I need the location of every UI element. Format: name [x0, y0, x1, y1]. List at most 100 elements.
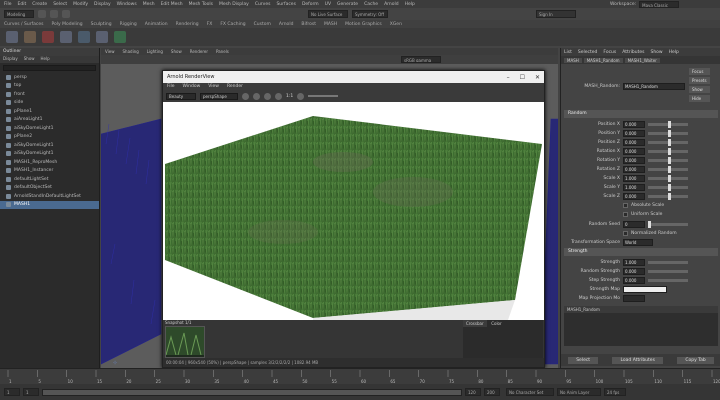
- attribute-slider[interactable]: [648, 148, 688, 155]
- strength-value-field[interactable]: 0.000: [623, 277, 645, 284]
- new-scene-icon[interactable]: [38, 10, 46, 18]
- shelf-tab[interactable]: FX Caching: [220, 22, 245, 27]
- attribute-menu-item[interactable]: Attributes: [622, 50, 644, 55]
- shelf-tool-icon[interactable]: [114, 31, 126, 43]
- shelf-tab[interactable]: Poly Modeling: [52, 22, 83, 27]
- shelf-tool-icon[interactable]: [6, 31, 18, 43]
- attribute-tab[interactable]: MASH: [564, 57, 582, 63]
- aov-dropdown[interactable]: Beauty: [166, 92, 196, 100]
- stop-icon[interactable]: [253, 92, 260, 100]
- save-scene-icon[interactable]: [62, 10, 70, 18]
- renderview-titlebar[interactable]: Arnold RenderView: [163, 71, 544, 83]
- menu-item[interactable]: Surfaces: [276, 2, 296, 7]
- mode-dropdown[interactable]: Modeling: [4, 10, 34, 18]
- outliner-item[interactable]: MASH1: [0, 200, 99, 209]
- outliner-item[interactable]: pPlane2: [0, 133, 99, 142]
- hide-button[interactable]: Hide: [689, 95, 710, 102]
- attribute-menu-item[interactable]: Show: [650, 50, 662, 55]
- load-attributes-button[interactable]: Load Attributes: [612, 356, 663, 364]
- attribute-value-field[interactable]: 1.000: [623, 175, 645, 182]
- shelf-tool-icon[interactable]: [78, 31, 90, 43]
- range-start-field[interactable]: 1: [23, 388, 39, 396]
- strength-value-field[interactable]: [623, 286, 667, 293]
- shelf-tab[interactable]: Rendering: [176, 22, 199, 27]
- strength-value-field[interactable]: 0.000: [623, 268, 645, 275]
- menu-item[interactable]: UV: [325, 2, 331, 7]
- shelf-tab[interactable]: Bifrost: [301, 22, 316, 27]
- shelf-tool-icon[interactable]: [96, 31, 108, 43]
- shelf-tab[interactable]: XGen: [390, 22, 402, 27]
- strength-slider[interactable]: [648, 270, 688, 273]
- attribute-menu-item[interactable]: Selected: [578, 50, 598, 55]
- end-frame-field[interactable]: 200: [484, 388, 500, 396]
- sign-in-button[interactable]: Sign In: [536, 10, 576, 18]
- attribute-slider[interactable]: [648, 130, 688, 137]
- shelf-tab[interactable]: Rigging: [120, 22, 137, 27]
- viewport-menu-item[interactable]: Panels: [216, 49, 229, 54]
- live-surface-field[interactable]: No Live Surface: [308, 10, 348, 18]
- renderview-menu-item[interactable]: File: [167, 84, 175, 89]
- viewport-menu-item[interactable]: Renderer: [190, 49, 208, 54]
- shelf-tab[interactable]: Custom: [254, 22, 271, 27]
- start-frame-field[interactable]: 1: [4, 388, 20, 396]
- color-space-field[interactable]: sRGB gamma: [401, 56, 441, 63]
- menu-item[interactable]: Create: [32, 2, 47, 7]
- strength-section-header[interactable]: Strength: [564, 248, 718, 256]
- outliner-item[interactable]: MASH1_ReproMesh: [0, 158, 99, 167]
- attribute-value-field[interactable]: 0.000: [623, 157, 645, 164]
- symmetry-field[interactable]: Symmetry: Off: [352, 10, 388, 18]
- region-icon[interactable]: [264, 92, 271, 100]
- show-button[interactable]: Show: [689, 86, 710, 93]
- menu-item[interactable]: Mesh Tools: [189, 2, 213, 7]
- shelf-tab[interactable]: Motion Graphics: [345, 22, 382, 27]
- menu-item[interactable]: Deform: [302, 2, 319, 7]
- shelf-tool-icon[interactable]: [60, 31, 72, 43]
- menu-item[interactable]: File: [4, 2, 12, 7]
- attribute-slider[interactable]: [648, 139, 688, 146]
- outliner-item[interactable]: side: [0, 99, 99, 108]
- arnold-renderview-window[interactable]: Arnold RenderView – ☐ ✕ File Window View Re…: [162, 70, 545, 368]
- renderview-menu-item[interactable]: View: [208, 84, 219, 89]
- strength-slider[interactable]: [648, 279, 688, 282]
- normalized-random-row[interactable]: Normalized Random: [561, 229, 720, 238]
- attribute-slider[interactable]: [648, 166, 688, 173]
- strength-value-field[interactable]: 1.000: [623, 259, 645, 266]
- menu-item[interactable]: Curves: [255, 2, 271, 7]
- outliner-item[interactable]: defaultLightSet: [0, 175, 99, 184]
- outliner-item[interactable]: aiSkyDomeLight1: [0, 150, 99, 159]
- attribute-slider[interactable]: [648, 175, 688, 182]
- menu-item[interactable]: Edit Mesh: [161, 2, 183, 7]
- shelf-tab[interactable]: Sculpting: [91, 22, 112, 27]
- attribute-menu-item[interactable]: List: [564, 50, 572, 55]
- outliner-item[interactable]: persp: [0, 73, 99, 82]
- attribute-slider[interactable]: [648, 184, 688, 191]
- menu-item[interactable]: Mesh Display: [219, 2, 249, 7]
- attribute-tab[interactable]: MASH1_Random: [583, 57, 623, 63]
- attr-notes-area[interactable]: MASH1_Random: [564, 306, 718, 346]
- node-name-field[interactable]: MASH1_Random: [623, 83, 685, 90]
- menu-item[interactable]: Cache: [364, 2, 378, 7]
- random-seed-field[interactable]: 0: [623, 221, 645, 228]
- menu-item[interactable]: Help: [405, 2, 415, 7]
- attribute-slider[interactable]: [648, 157, 688, 164]
- uniform-scale-checkbox[interactable]: [623, 212, 628, 217]
- attribute-value-field[interactable]: 0.000: [623, 130, 645, 137]
- normalized-random-checkbox[interactable]: [623, 231, 628, 236]
- menu-item[interactable]: Display: [94, 2, 111, 7]
- copy-tab-button[interactable]: Copy Tab: [677, 356, 714, 364]
- random-seed-slider[interactable]: [648, 221, 688, 228]
- shelf-tab[interactable]: Curves / Surfaces: [4, 22, 44, 27]
- menu-item[interactable]: Mesh: [143, 2, 155, 7]
- outliner-item[interactable]: aiSkyDomeLight1: [0, 141, 99, 150]
- menu-item[interactable]: Edit: [18, 2, 27, 7]
- select-button[interactable]: Select: [568, 356, 599, 364]
- menu-item[interactable]: Select: [53, 2, 67, 7]
- outliner-item[interactable]: top: [0, 82, 99, 91]
- menu-item[interactable]: Arnold: [384, 2, 399, 7]
- uniform-scale-row[interactable]: Uniform Scale: [561, 210, 720, 219]
- absolute-scale-row[interactable]: Absolute Scale: [561, 201, 720, 210]
- viewport-menu-item[interactable]: Show: [171, 49, 182, 54]
- transform-space-dropdown[interactable]: World: [623, 239, 653, 246]
- shelf-tab[interactable]: Animation: [145, 22, 168, 27]
- shelf-tab[interactable]: MASH: [324, 22, 337, 27]
